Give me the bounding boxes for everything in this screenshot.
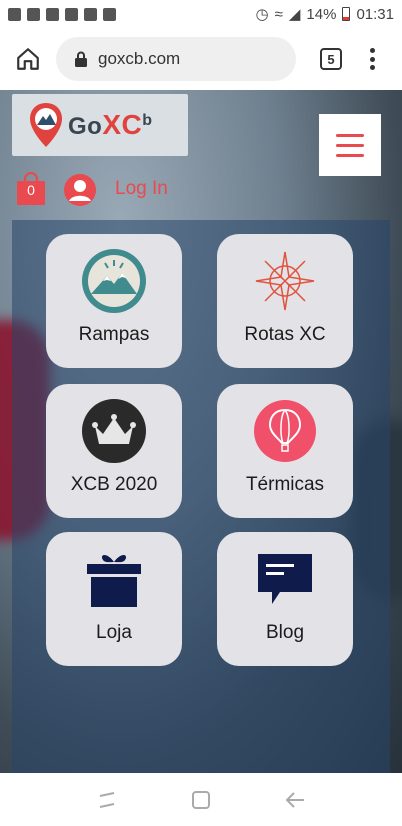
- cart-count: 0: [27, 182, 35, 198]
- hot-air-balloon-icon: [252, 398, 318, 464]
- mountain-icon: [81, 248, 147, 314]
- image-notification-icon: [103, 7, 116, 21]
- alert-notification-icon: [8, 7, 21, 21]
- home-button[interactable]: [8, 39, 48, 79]
- home-nav-icon[interactable]: [191, 790, 211, 810]
- facebook-notification-icon: [84, 7, 97, 21]
- tile-label: Rotas XC: [244, 324, 326, 345]
- system-indicators: ◷ ≈ ◢ 14% 01:31: [255, 5, 394, 24]
- url-text: goxcb.com: [98, 49, 181, 68]
- user-avatar-icon[interactable]: [64, 174, 96, 206]
- logo-text: GoXCb: [68, 109, 153, 140]
- compass-rose-icon: [252, 248, 318, 314]
- system-navigation-bar: [0, 773, 402, 826]
- home-icon: [17, 48, 39, 70]
- tile-termicas[interactable]: Térmicas: [217, 384, 353, 518]
- tile-label: Loja: [96, 622, 132, 643]
- cart-button[interactable]: 0: [16, 171, 46, 206]
- tile-label: Rampas: [78, 324, 150, 345]
- notification-icons: [8, 7, 116, 21]
- address-bar[interactable]: goxcb.com: [56, 37, 296, 81]
- lock-icon: [75, 51, 87, 67]
- tile-label: XCB 2020: [70, 474, 158, 495]
- gift-icon: [81, 546, 147, 612]
- tab-switcher-button[interactable]: 5: [320, 48, 342, 70]
- signal-icon: ◢: [288, 6, 301, 23]
- chat-notification-icon: [46, 7, 59, 21]
- battery-icon: [342, 7, 351, 21]
- status-bar: ◷ ≈ ◢ 14% 01:31: [0, 0, 402, 28]
- site-logo[interactable]: GoXCb: [12, 94, 188, 156]
- clock-time: 01:31: [356, 5, 394, 23]
- tile-rampas[interactable]: Rampas: [46, 234, 182, 368]
- alarm-icon: ◷: [255, 6, 269, 23]
- tile-blog[interactable]: Blog: [217, 532, 353, 666]
- browser-toolbar: goxcb.com 5: [0, 28, 402, 90]
- tile-rotas-xc[interactable]: Rotas XC: [217, 234, 353, 368]
- voicemail-notification-icon: [65, 7, 78, 21]
- hamburger-icon: [336, 133, 364, 137]
- back-icon[interactable]: [284, 790, 306, 810]
- hamburger-menu-button[interactable]: [319, 114, 381, 176]
- login-link[interactable]: Log In: [115, 178, 168, 200]
- tile-loja[interactable]: Loja: [46, 532, 182, 666]
- wifi-icon: ≈: [274, 5, 283, 23]
- crown-icon: [81, 398, 147, 464]
- message-notification-icon: [27, 7, 40, 21]
- recent-apps-icon[interactable]: [96, 790, 118, 810]
- browser-menu-button[interactable]: [362, 45, 382, 73]
- web-page: GoXCb 0 Log In Rampas Rotas XC XCB 2020 …: [0, 90, 402, 773]
- tile-label: Térmicas: [245, 474, 325, 495]
- location-pin-icon: [30, 103, 62, 147]
- more-vert-icon: [369, 48, 375, 53]
- tile-xcb-2020[interactable]: XCB 2020: [46, 384, 182, 518]
- chat-bubble-icon: [252, 546, 318, 612]
- tile-label: Blog: [265, 622, 305, 643]
- battery-percent: 14%: [306, 5, 337, 23]
